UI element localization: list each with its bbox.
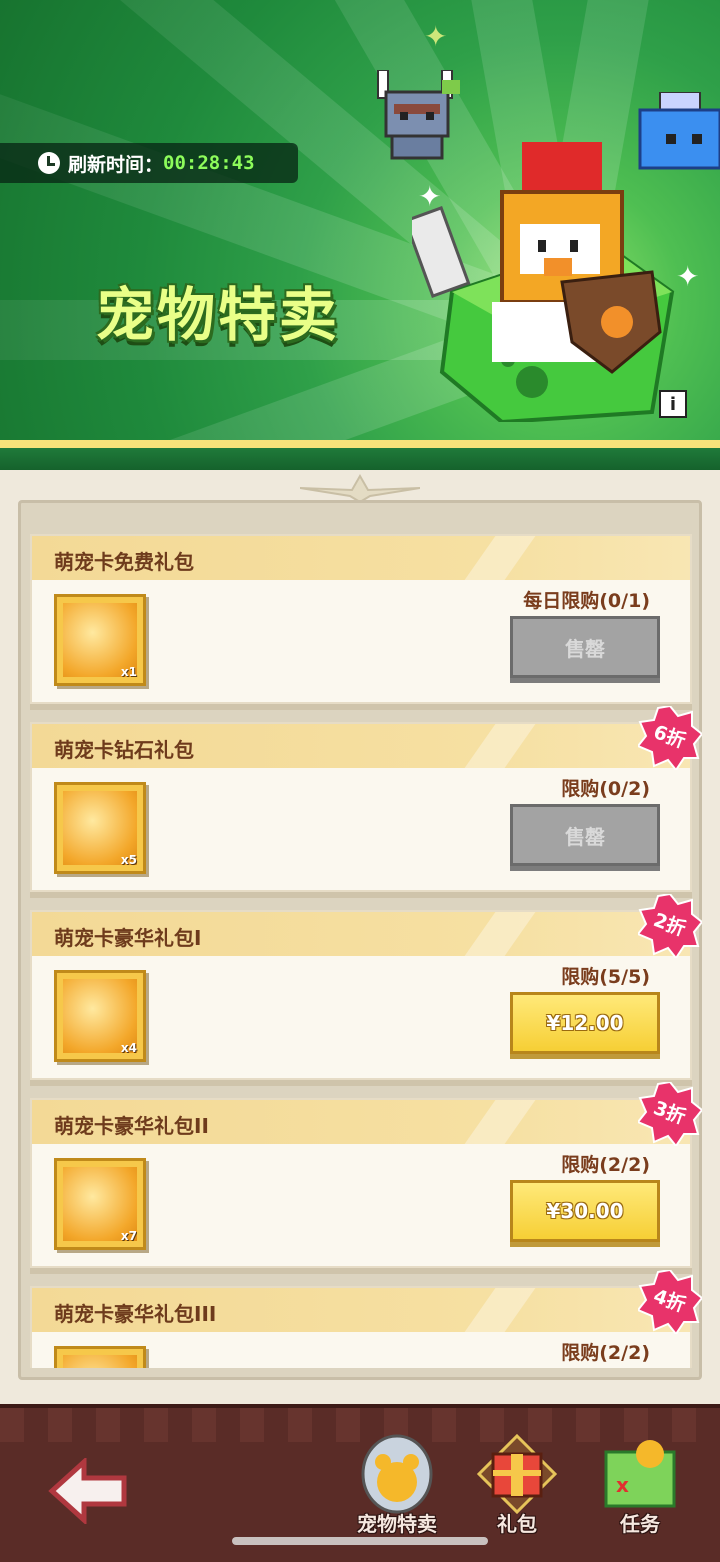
info-icon[interactable]: i [659,390,687,418]
gift-chest-icon [477,1434,557,1514]
banner-shadow [0,448,720,470]
discount-badge: 2折 [638,894,702,958]
wing-ornament-icon [300,473,420,502]
price-button[interactable]: ¥30.00 [510,1180,660,1242]
package-title: 萌宠卡豪华礼包II [54,1114,209,1138]
purchase-limit: 每日限购(0/1) [523,590,650,612]
task-map-icon: x [604,1440,676,1508]
discount-badge: 6折 [638,706,702,770]
item-quantity: x1 [120,665,137,679]
package-list[interactable]: 萌宠卡免费礼包 x1 每日限购(0/1) 售罄 萌宠卡钻石礼包 x5 限购(0/… [30,512,694,1368]
sold-out-button[interactable]: 售罄 [510,616,660,678]
package-title: 萌宠卡钻石礼包 [54,738,194,762]
item-quantity: x4 [120,1041,137,1055]
nav-label: 宠物特卖 [357,1512,437,1536]
refresh-timer: 刷新时间： 00:28:43 [0,143,298,183]
package-card: 萌宠卡免费礼包 x1 每日限购(0/1) 售罄 [30,534,692,704]
item-quantity: x7 [120,1229,137,1243]
sold-out-button[interactable]: 售罄 [510,804,660,866]
package-card: 萌宠卡钻石礼包 x5 限购(0/2) 售罄 [30,722,692,892]
package-card: 萌宠卡豪华礼包II x7 限购(2/2) ¥30.00 [30,1098,692,1268]
pet-card-item[interactable] [54,1346,146,1368]
nav-item-task[interactable]: x 任务 [585,1428,695,1544]
purchase-limit: 限购(5/5) [561,966,650,988]
pet-sale-icon [361,1434,433,1514]
nav-label: 礼包 [497,1512,537,1536]
timer-label: 刷新时间： [68,153,164,176]
pet-card-item[interactable]: x7 [54,1158,146,1250]
discount-badge: 3折 [638,1082,702,1146]
pet-card-item[interactable]: x5 [54,782,146,874]
pet-card-icon [63,1355,137,1368]
discount-badge: 4折 [638,1270,702,1334]
purchase-limit: 限购(2/2) [561,1342,650,1364]
promo-banner: ✦ ✦ ✦ 刷新时间： 00:28:43 宠物特卖 i [0,0,720,448]
purchase-limit: 限购(2/2) [561,1154,650,1176]
timer-value: 00:28:43 [163,152,255,174]
home-indicator[interactable] [232,1537,488,1545]
nav-item-pet-sale[interactable]: 宠物特卖 [342,1428,452,1544]
nav-label: 任务 [620,1512,660,1536]
pet-card-item[interactable]: x1 [54,594,146,686]
price-button[interactable]: ¥12.00 [510,992,660,1054]
item-quantity: x5 [120,853,137,867]
chicken-knight-mascot-image [412,142,675,422]
page-title: 宠物特卖 [96,281,341,349]
package-title: 萌宠卡免费礼包 [54,550,194,574]
svg-text:x: x [616,1473,629,1497]
banner-edge [0,440,720,448]
nav-item-gift[interactable]: 礼包 [462,1428,572,1544]
package-card: 萌宠卡豪华礼包III 限购(2/2) [30,1286,692,1368]
pet-card-item[interactable]: x4 [54,970,146,1062]
purchase-limit: 限购(0/2) [561,778,650,800]
back-arrow-icon[interactable] [48,1458,128,1524]
package-title: 萌宠卡豪华礼包I [54,926,202,950]
package-title: 萌宠卡豪华礼包III [54,1302,217,1326]
package-card: 萌宠卡豪华礼包I x4 限购(5/5) ¥12.00 [30,910,692,1080]
clock-icon [38,152,60,174]
